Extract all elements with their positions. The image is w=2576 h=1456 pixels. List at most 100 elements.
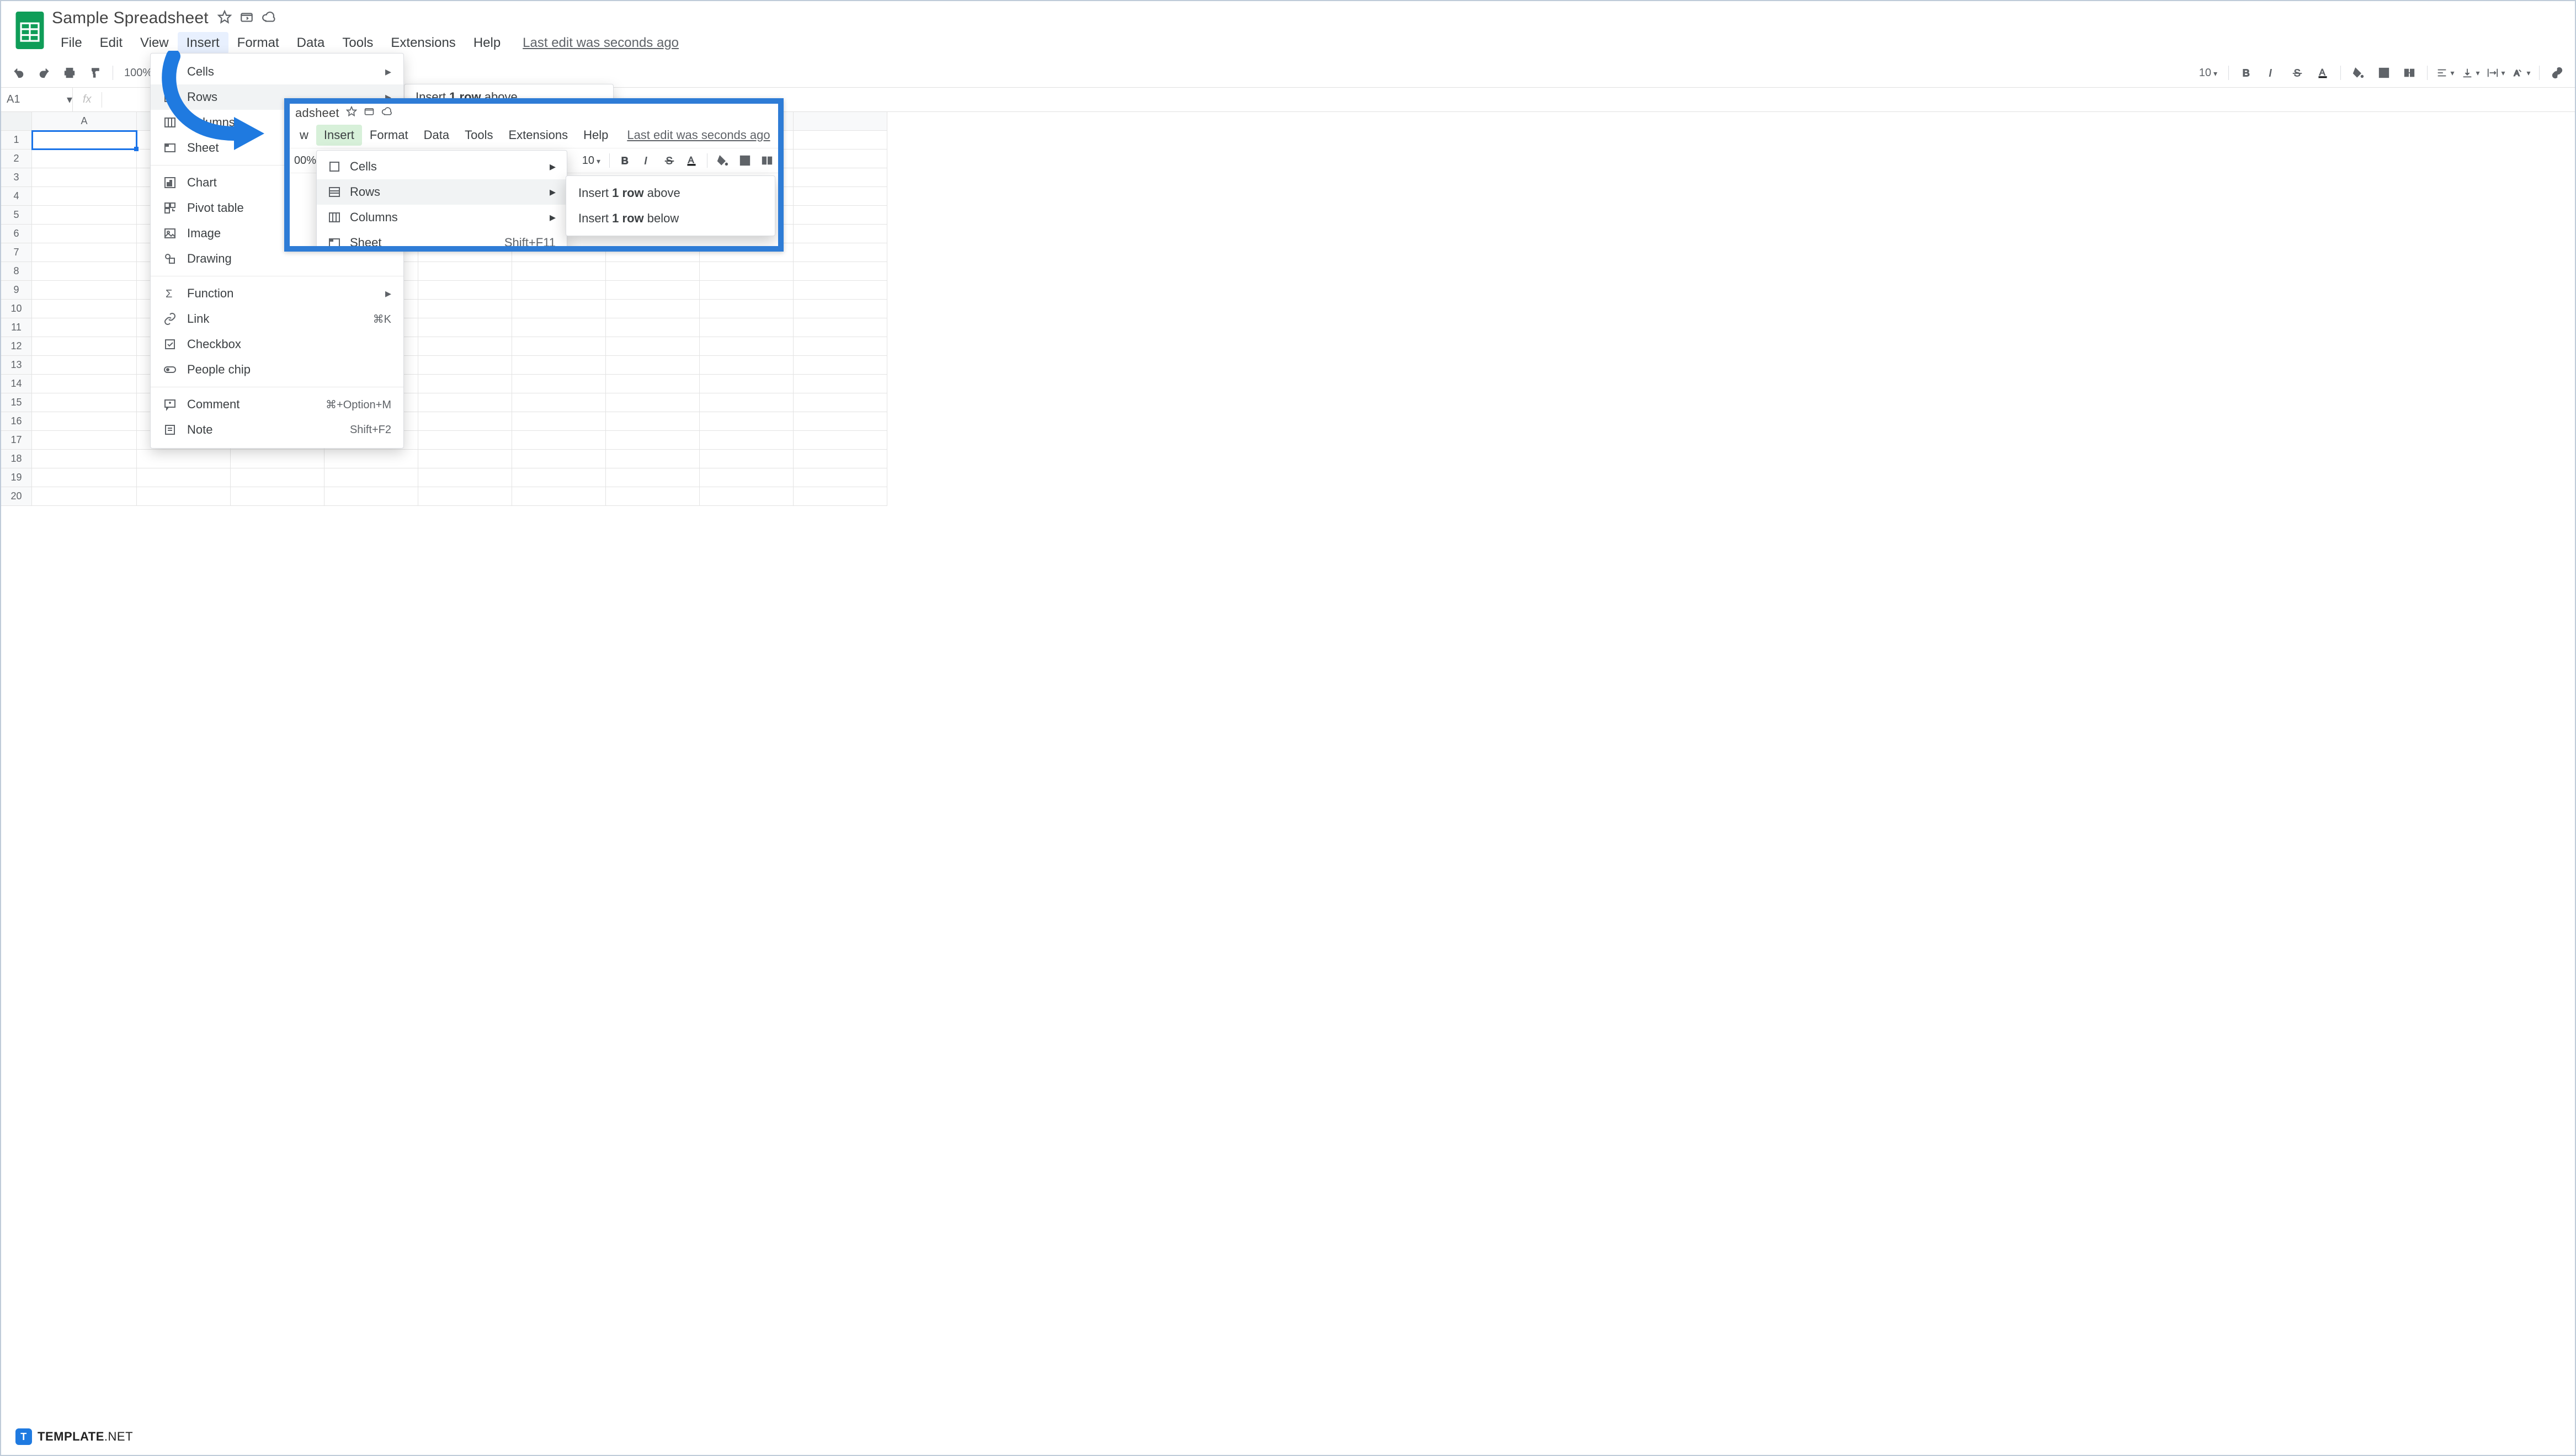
inset-insert-columns[interactable]: Columns ▸: [317, 205, 567, 230]
strikethrough-icon[interactable]: S: [661, 152, 678, 169]
italic-icon[interactable]: I: [2262, 63, 2282, 83]
menu-data[interactable]: Data: [288, 32, 334, 54]
title-icons: [217, 10, 276, 27]
template-net-watermark: T TEMPLATE.NET: [15, 1428, 133, 1445]
inset-screenshot: adsheet w Insert Format Data Tools Exten…: [284, 98, 784, 252]
insert-people-chip[interactable]: People chip: [151, 357, 403, 382]
document-title[interactable]: Sample Spreadsheet: [52, 9, 209, 28]
shortcut-label: ⌘+Option+M: [326, 398, 391, 412]
sheet-icon: [328, 236, 341, 249]
h-align-icon[interactable]: [2435, 63, 2455, 83]
insert-cells[interactable]: Cells ▸: [151, 59, 403, 84]
cells-icon: [328, 160, 341, 173]
font-size-select[interactable]: 10: [2196, 67, 2221, 79]
drawing-icon: [163, 252, 177, 266]
merge-cells-icon[interactable]: [758, 152, 776, 169]
merge-cells-icon[interactable]: [2399, 63, 2419, 83]
shortcut-label: Shift+F2: [350, 424, 391, 436]
cloud-status-icon[interactable]: [262, 10, 276, 27]
insert-function[interactable]: Σ Function ▸: [151, 281, 403, 306]
inset-menu-tools[interactable]: Tools: [457, 125, 501, 146]
inset-menu-insert[interactable]: Insert: [316, 125, 362, 146]
submenu-arrow-icon: ▸: [550, 159, 556, 174]
print-icon[interactable]: [60, 63, 79, 83]
bold-icon[interactable]: B: [616, 152, 634, 169]
template-logo-icon: T: [15, 1428, 32, 1445]
borders-icon[interactable]: [2374, 63, 2394, 83]
menu-tools[interactable]: Tools: [333, 32, 382, 54]
inset-font-size[interactable]: 10: [580, 154, 603, 167]
link-icon: [163, 312, 177, 326]
italic-icon[interactable]: I: [638, 152, 656, 169]
columns-icon: [328, 211, 341, 224]
row-header[interactable]: 1: [1, 131, 32, 150]
inset-insert-cells[interactable]: Cells ▸: [317, 154, 567, 179]
insert-1-row-above[interactable]: Insert 1 row above: [566, 180, 775, 206]
function-icon: Σ: [163, 286, 177, 301]
svg-text:S: S: [2294, 67, 2301, 78]
menu-insert[interactable]: Insert: [178, 32, 228, 54]
text-color-icon[interactable]: A: [683, 152, 700, 169]
inset-menu-help[interactable]: Help: [576, 125, 616, 146]
move-icon: [364, 106, 375, 120]
svg-text:I: I: [645, 154, 647, 166]
insert-link-icon[interactable]: [2547, 63, 2567, 83]
inset-menu-data[interactable]: Data: [416, 125, 457, 146]
inset-zoom-fragment: 00%: [292, 154, 318, 167]
insert-link[interactable]: Link ⌘K: [151, 306, 403, 332]
svg-text:Σ: Σ: [166, 288, 172, 300]
star-icon[interactable]: [217, 10, 232, 27]
fill-color-icon[interactable]: [2349, 63, 2369, 83]
cell-A1[interactable]: [32, 131, 137, 150]
shortcut-label: ⌘K: [373, 312, 391, 326]
fill-color-icon[interactable]: [714, 152, 732, 169]
inset-last-edit[interactable]: Last edit was seconds ago: [627, 128, 770, 142]
last-edit-link[interactable]: Last edit was seconds ago: [523, 35, 679, 51]
rotation-icon[interactable]: A: [2511, 63, 2531, 83]
submenu-arrow-icon: ▸: [385, 65, 391, 79]
insert-note[interactable]: Note Shift+F2: [151, 417, 403, 442]
star-icon: [346, 106, 357, 120]
sheets-app-icon[interactable]: [13, 9, 46, 52]
menu-format[interactable]: Format: [228, 32, 288, 54]
svg-text:B: B: [621, 154, 629, 166]
inset-menu-extensions[interactable]: Extensions: [501, 125, 576, 146]
inset-insert-sheet[interactable]: Sheet Shift+F11: [317, 230, 567, 252]
move-icon[interactable]: [239, 10, 254, 27]
undo-icon[interactable]: [9, 63, 29, 83]
inset-insert-rows[interactable]: Rows ▸: [317, 179, 567, 205]
sheet-icon: [163, 141, 177, 155]
svg-text:I: I: [2269, 67, 2272, 78]
borders-icon[interactable]: [736, 152, 754, 169]
redo-icon[interactable]: [34, 63, 54, 83]
column-header[interactable]: A: [32, 112, 137, 131]
select-all-corner[interactable]: [1, 112, 32, 131]
inset-menu-format[interactable]: Format: [362, 125, 416, 146]
menu-view[interactable]: View: [131, 32, 178, 54]
insert-checkbox[interactable]: Checkbox: [151, 332, 403, 357]
wrap-icon[interactable]: [2486, 63, 2506, 83]
paint-format-icon[interactable]: [85, 63, 105, 83]
menu-edit[interactable]: Edit: [91, 32, 131, 54]
name-box[interactable]: A1▾: [1, 88, 73, 111]
inset-rows-submenu: Insert 1 row above Insert 1 row below: [566, 175, 775, 236]
inset-menubar: w Insert Format Data Tools Extensions He…: [290, 122, 778, 148]
submenu-arrow-icon: ▸: [550, 210, 556, 225]
inset-doc-title-fragment: adsheet: [295, 106, 339, 120]
insert-1-row-below[interactable]: Insert 1 row below: [566, 206, 775, 231]
inset-menu-view-fragment[interactable]: w: [292, 125, 316, 146]
strikethrough-icon[interactable]: S: [2287, 63, 2307, 83]
svg-text:S: S: [666, 154, 673, 166]
rows-icon: [163, 90, 177, 104]
menu-help[interactable]: Help: [465, 32, 509, 54]
cells-icon: [163, 65, 177, 79]
v-align-icon[interactable]: [2461, 63, 2481, 83]
menu-file[interactable]: File: [52, 32, 91, 54]
menubar: File Edit View Insert Format Data Tools …: [52, 32, 679, 54]
insert-comment[interactable]: Comment ⌘+Option+M: [151, 392, 403, 417]
menu-extensions[interactable]: Extensions: [382, 32, 464, 54]
text-color-icon[interactable]: A: [2313, 63, 2333, 83]
submenu-arrow-icon: ▸: [385, 286, 391, 301]
pivot-table-icon: [163, 201, 177, 215]
bold-icon[interactable]: B: [2237, 63, 2256, 83]
